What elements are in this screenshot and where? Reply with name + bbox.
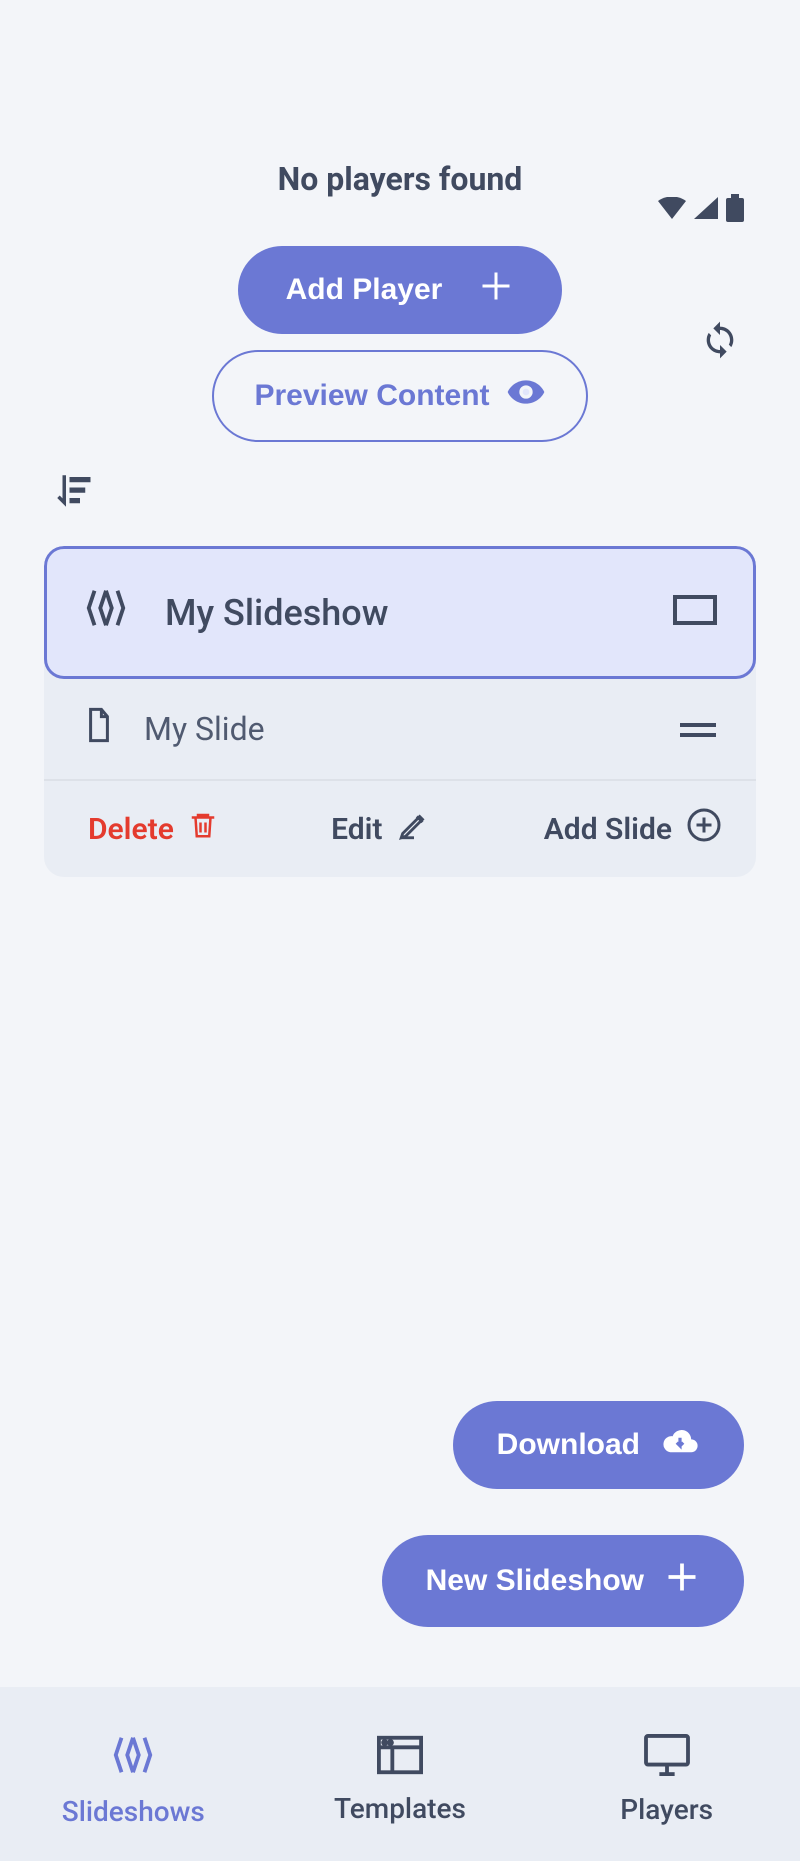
tab-players[interactable]: Players [533, 1722, 800, 1826]
slides-icon [83, 585, 129, 640]
tab-slideshows-label: Slideshows [62, 1795, 205, 1828]
tab-bar: Slideshows Templates Players [0, 1687, 800, 1861]
refresh-icon [700, 320, 740, 360]
preview-content-label: Preview Content [254, 379, 489, 413]
new-slideshow-label: New Slideshow [426, 1564, 644, 1598]
landscape-icon [673, 592, 717, 634]
plus-circle-icon [686, 807, 722, 851]
add-player-label: Add Player [286, 273, 443, 307]
file-icon [84, 707, 114, 751]
sort-button[interactable] [52, 470, 800, 516]
tab-templates[interactable]: Templates [267, 1723, 534, 1825]
edit-button[interactable]: Edit [331, 808, 430, 850]
trash-icon [188, 808, 218, 850]
pencil-icon [397, 808, 431, 850]
wifi-icon [658, 197, 686, 223]
slide-title: My Slide [144, 710, 265, 748]
add-slide-label: Add Slide [544, 812, 672, 847]
slide-row[interactable]: My Slide [44, 679, 756, 781]
battery-icon [726, 194, 744, 226]
edit-label: Edit [331, 812, 382, 847]
monitor-icon [643, 1734, 691, 1783]
slides-icon [110, 1732, 156, 1785]
sort-icon [52, 470, 94, 512]
drag-handle-icon[interactable] [680, 710, 716, 748]
download-button[interactable]: Download [453, 1401, 744, 1489]
fab-container: Download New Slideshow [382, 1401, 744, 1627]
plus-icon [664, 1559, 700, 1603]
eye-icon [506, 372, 546, 420]
cellular-icon [694, 197, 718, 223]
delete-label: Delete [88, 812, 174, 847]
tab-templates-label: Templates [334, 1792, 466, 1825]
slideshow-title: My Slideshow [165, 592, 388, 634]
delete-button[interactable]: Delete [88, 808, 218, 850]
cloud-download-icon [660, 1425, 700, 1465]
slideshow-header[interactable]: My Slideshow [44, 546, 756, 679]
add-player-button[interactable]: Add Player [238, 246, 563, 334]
refresh-button[interactable] [700, 320, 740, 364]
status-bar [658, 194, 744, 226]
slideshow-card: My Slideshow My Slide Delete Edit [44, 546, 756, 877]
tab-slideshows[interactable]: Slideshows [0, 1720, 267, 1828]
plus-icon [478, 268, 514, 312]
add-slide-button[interactable]: Add Slide [544, 807, 722, 851]
no-players-text: No players found [0, 160, 800, 198]
tab-players-label: Players [620, 1793, 713, 1826]
download-label: Download [497, 1428, 640, 1462]
new-slideshow-button[interactable]: New Slideshow [382, 1535, 744, 1627]
preview-content-button[interactable]: Preview Content [212, 350, 587, 442]
template-icon [377, 1735, 423, 1782]
slideshow-actions: Delete Edit Add Slide [44, 781, 756, 877]
